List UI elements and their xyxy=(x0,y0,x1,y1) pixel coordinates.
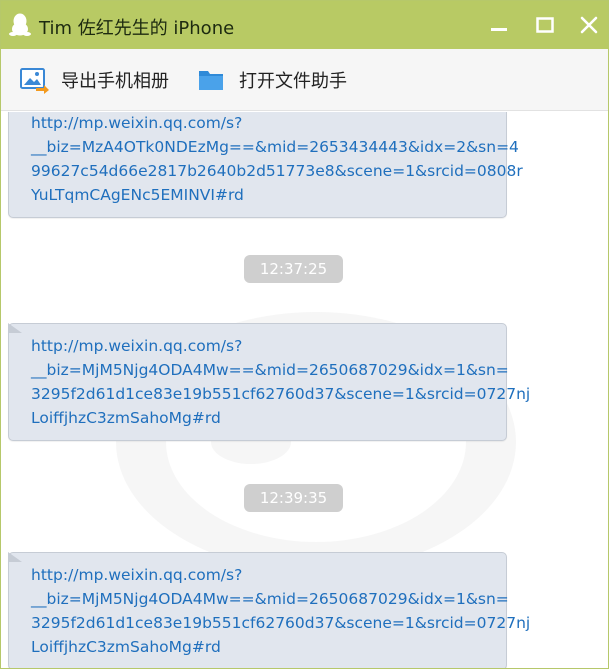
window-title: Tim 佐红先生的 iPhone xyxy=(39,18,235,39)
toolbar: 导出手机相册 打开文件助手 xyxy=(1,49,608,111)
export-photo-icon xyxy=(19,66,49,94)
close-icon xyxy=(580,16,598,34)
message-link[interactable]: http://mp.weixin.qq.com/s? __biz=MjM5Njg… xyxy=(31,334,530,430)
penguin-icon xyxy=(9,13,31,37)
message-bubble: http://mp.weixin.qq.com/s? __biz=MzA4OTk… xyxy=(8,112,523,218)
message-link[interactable]: http://mp.weixin.qq.com/s? __biz=MjM5Njg… xyxy=(31,563,530,659)
close-button[interactable] xyxy=(577,13,601,37)
message-bubble: http://mp.weixin.qq.com/s? __biz=MjM5Njg… xyxy=(8,323,530,441)
bubble-tail-icon xyxy=(8,323,22,333)
bubble-tail-icon xyxy=(8,552,22,562)
export-album-label: 导出手机相册 xyxy=(61,71,169,92)
chat-message-area[interactable]: http://mp.weixin.qq.com/s? __biz=MzA4OTk… xyxy=(1,112,608,668)
export-album-button[interactable]: 导出手机相册 xyxy=(19,65,169,95)
title-bar[interactable]: Tim 佐红先生的 iPhone xyxy=(1,1,608,49)
message-link[interactable]: http://mp.weixin.qq.com/s? __biz=MzA4OTk… xyxy=(31,112,523,207)
minimize-button[interactable] xyxy=(487,13,511,37)
timestamp-badge: 12:37:25 xyxy=(244,255,343,283)
open-file-helper-label: 打开文件助手 xyxy=(239,71,347,92)
chat-window: Tim 佐红先生的 iPhone 导出手机相册 打开文件助手 http://mp… xyxy=(0,0,609,669)
minimize-icon xyxy=(491,28,507,31)
message-bubble: http://mp.weixin.qq.com/s? __biz=MjM5Njg… xyxy=(8,552,530,668)
timestamp-badge: 12:39:35 xyxy=(244,484,343,512)
folder-icon xyxy=(197,66,227,94)
maximize-button[interactable] xyxy=(533,13,557,37)
maximize-icon xyxy=(536,17,554,33)
open-file-helper-button[interactable]: 打开文件助手 xyxy=(197,65,347,95)
